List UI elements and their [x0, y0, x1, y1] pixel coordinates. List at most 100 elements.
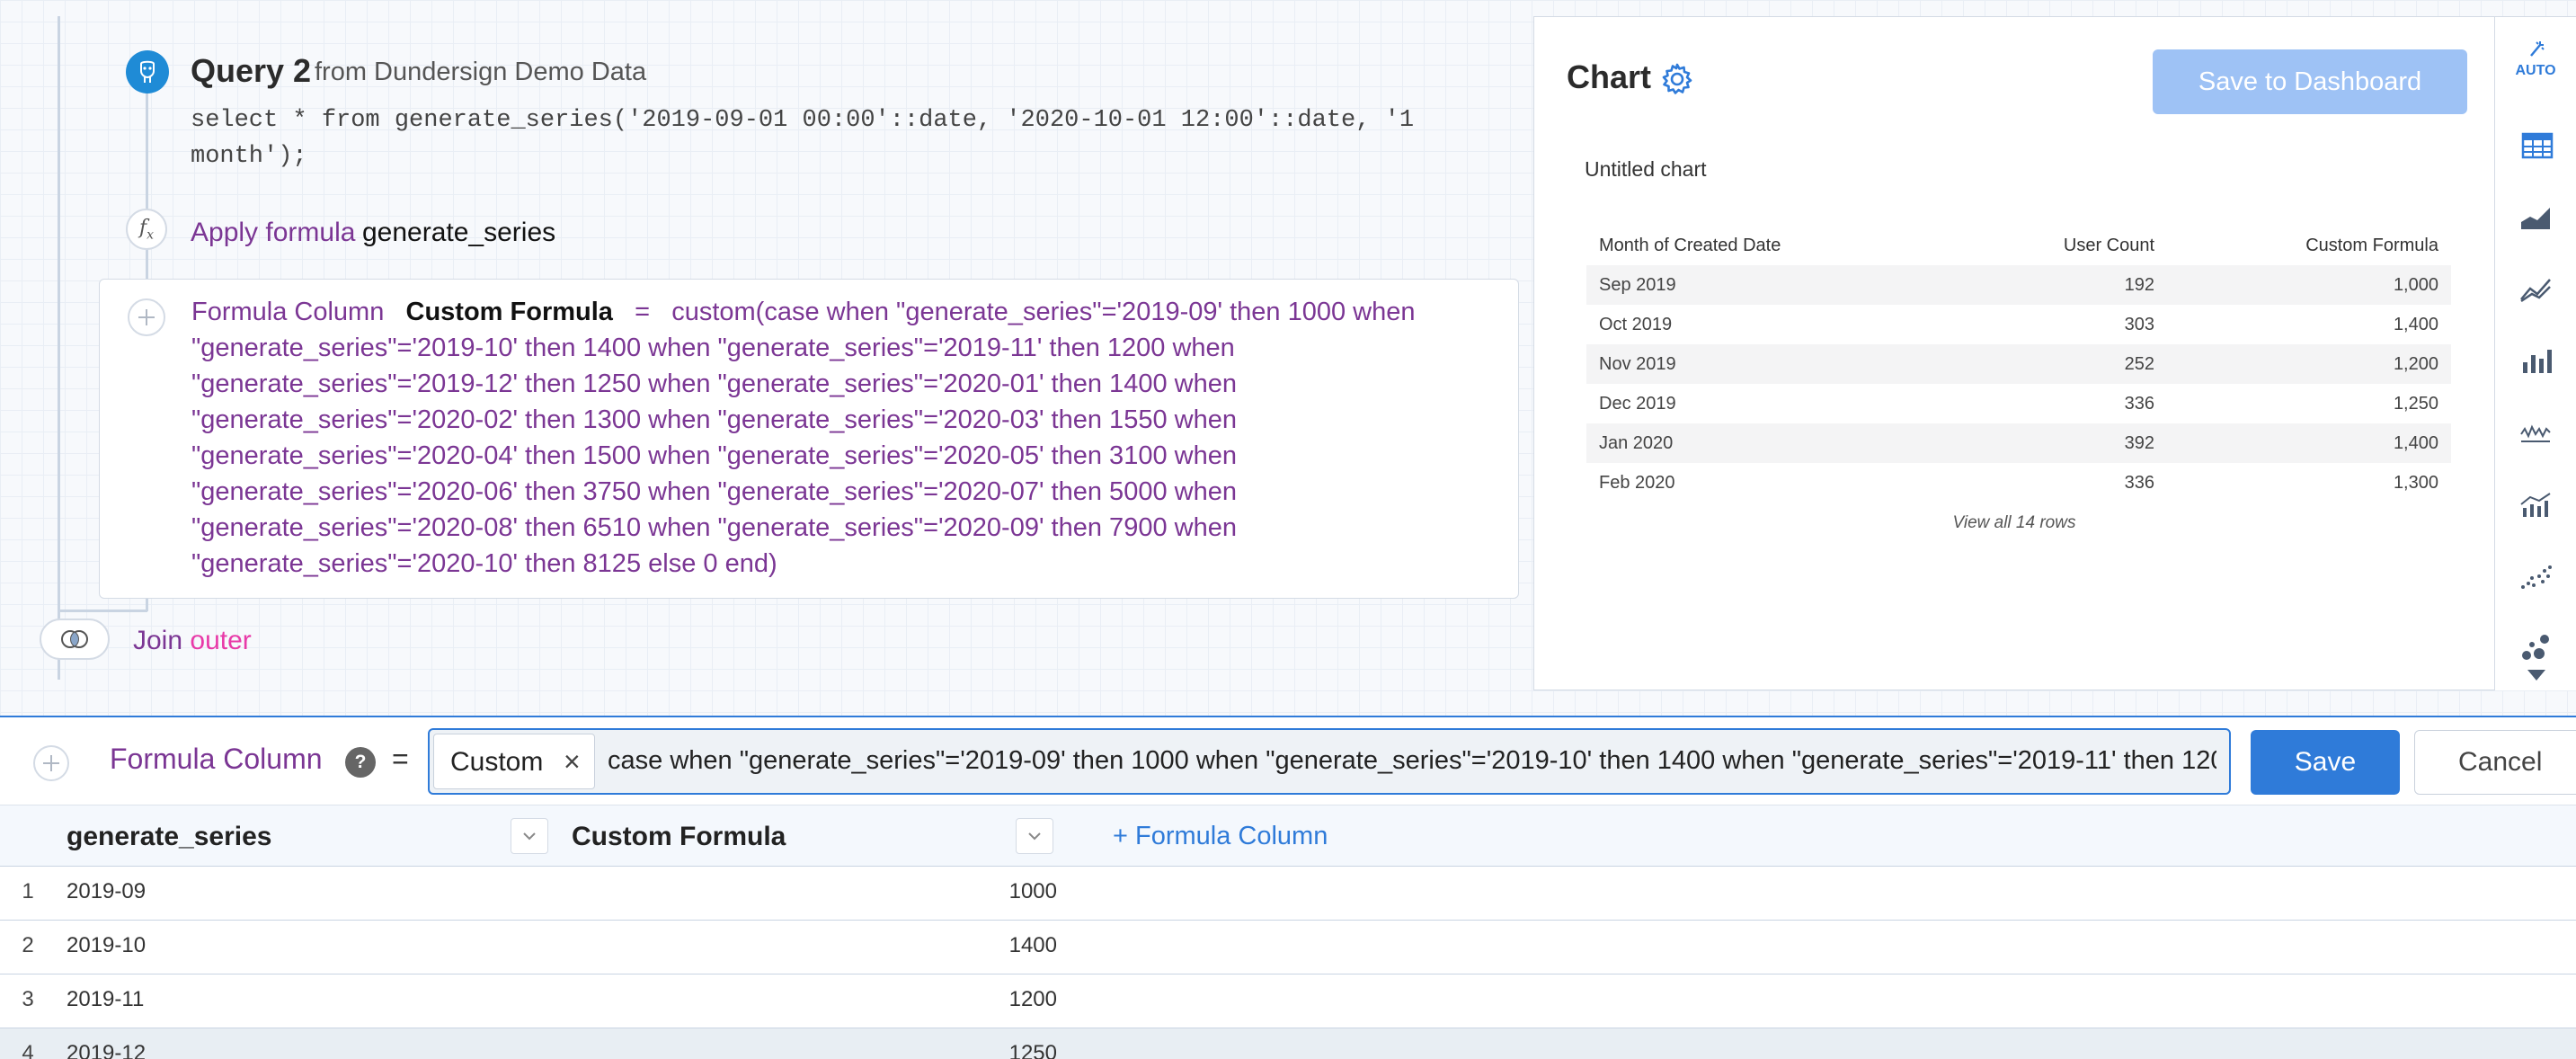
- database-icon: [126, 50, 169, 93]
- chart-name[interactable]: Untitled chart: [1585, 157, 1707, 182]
- apply-formula-label: Apply formula: [191, 218, 356, 247]
- chart-type-sparkline[interactable]: [2495, 404, 2576, 463]
- apply-formula-name[interactable]: generate_series: [362, 218, 555, 248]
- add-step-icon[interactable]: [32, 744, 70, 787]
- combo-chart-icon: [2520, 493, 2551, 517]
- chart-preview-table: Month of Created Date User Count Custom …: [1586, 226, 2451, 503]
- formula-step-type: Formula Column: [191, 298, 385, 326]
- grid-header: generate_series Custom Formula + Formula…: [0, 805, 2576, 867]
- preview-cell: 1,300: [2393, 472, 2438, 493]
- chart-type-scatter[interactable]: [2495, 547, 2576, 607]
- chevron-down-icon[interactable]: [1016, 818, 1053, 854]
- save-button[interactable]: Save: [2251, 730, 2400, 795]
- help-icon[interactable]: ?: [345, 747, 376, 778]
- pipeline-area: Query 2 from Dundersign Demo Data select…: [0, 0, 2576, 716]
- formula-editor-bar: Formula Column ? = Custom × case when "g…: [0, 716, 2576, 805]
- sparkline-icon: [2520, 424, 2551, 442]
- chart-type-combo[interactable]: [2495, 476, 2576, 535]
- cell-custom-formula: 1250: [1008, 1041, 1057, 1059]
- data-grid: generate_series Custom Formula + Formula…: [0, 805, 2576, 1059]
- table-row: Dec 2019 336 1,250: [1586, 384, 2451, 423]
- formula-step-equals: =: [635, 298, 651, 326]
- join-step-label[interactable]: Join outer: [133, 626, 252, 656]
- table-row: Nov 2019 252 1,200: [1586, 344, 2451, 384]
- chart-title: Chart: [1567, 58, 1652, 95]
- add-step-icon[interactable]: [127, 298, 166, 342]
- chart-type-table[interactable]: [2495, 116, 2576, 175]
- preview-cell: 392: [1958, 423, 2168, 463]
- table-icon: [2521, 132, 2553, 159]
- column-header-generate-series[interactable]: generate_series: [67, 822, 272, 852]
- row-number: 4: [22, 1041, 34, 1059]
- chart-type-auto[interactable]: AUTO: [2495, 30, 2576, 89]
- formula-input[interactable]: Custom × case when "generate_series"='20…: [428, 728, 2231, 795]
- formula-step-card[interactable]: Formula Column Custom Formula = custom(c…: [99, 279, 1519, 599]
- chart-type-line[interactable]: [2495, 260, 2576, 319]
- cell-generate-series: 2019-12: [67, 1041, 147, 1059]
- plus-icon: +: [1113, 822, 1128, 850]
- line-chart-icon: [2520, 279, 2551, 303]
- preview-cell: Oct 2019: [1599, 314, 1673, 334]
- function-chip-label: Custom: [450, 747, 544, 777]
- preview-cell: Nov 2019: [1586, 344, 1959, 384]
- formula-step-expression: custom(case when "generate_series"='2019…: [191, 298, 1416, 578]
- preview-cell: Jan 2020: [1586, 423, 1959, 463]
- formula-input-text[interactable]: case when "generate_series"='2019-09' th…: [608, 746, 2216, 776]
- cell-custom-formula: 1200: [1008, 987, 1057, 1011]
- chart-type-bar[interactable]: [2495, 332, 2576, 391]
- preview-cell: Sep 2019: [1586, 265, 1959, 305]
- formula-editor-label: Formula Column: [110, 743, 323, 775]
- cell-generate-series: 2019-09: [67, 879, 147, 903]
- query-sql[interactable]: select * from generate_series('2019-09-0…: [191, 102, 1431, 174]
- preview-cell: 1,400: [2393, 314, 2438, 334]
- scroll-down-icon[interactable]: [2526, 668, 2547, 687]
- cell-generate-series: 2019-11: [67, 987, 145, 1011]
- preview-cell: 1,200: [2167, 344, 2451, 384]
- query-source: from Dundersign Demo Data: [315, 58, 647, 86]
- row-number: 2: [22, 933, 34, 957]
- pipeline-rail-outer: [58, 16, 60, 680]
- table-row: Jan 2020 392 1,400: [1586, 423, 2451, 463]
- auto-label: AUTO: [2515, 63, 2556, 78]
- preview-cell: 1,250: [2393, 393, 2438, 414]
- preview-cell: Dec 2019: [1599, 393, 1676, 414]
- preview-header-custom-formula[interactable]: Custom Formula: [2167, 226, 2451, 265]
- query-title[interactable]: Query 2: [191, 52, 311, 90]
- chevron-down-icon[interactable]: [511, 818, 548, 854]
- table-row[interactable]: 2 2019-10 1400: [0, 921, 2576, 974]
- preview-cell: 1,000: [2167, 265, 2451, 305]
- chart-panel: Chart Save to Dashboard Untitled chart M…: [1533, 16, 2495, 690]
- cell-custom-formula: 1400: [1008, 933, 1057, 957]
- gear-icon[interactable]: [1660, 62, 1694, 101]
- table-row[interactable]: 3 2019-11 1200: [0, 974, 2576, 1028]
- close-icon[interactable]: ×: [564, 745, 581, 779]
- preview-header-user-count[interactable]: User Count: [1959, 226, 2167, 265]
- formula-step-text: Formula Column Custom Formula = custom(c…: [191, 294, 1504, 582]
- preview-header-month[interactable]: Month of Created Date: [1586, 226, 1959, 265]
- function-chip[interactable]: Custom ×: [433, 734, 595, 789]
- auto-icon: [2530, 41, 2545, 57]
- column-header-custom-formula[interactable]: Custom Formula: [572, 822, 786, 852]
- table-row: Oct 2019 303 1,400: [1586, 305, 2451, 344]
- function-icon: fx: [126, 209, 167, 250]
- row-number: 3: [22, 987, 34, 1011]
- area-chart-icon: [2521, 208, 2550, 229]
- table-row: Sep 2019 192 1,000: [1586, 265, 2451, 305]
- save-to-dashboard-button[interactable]: Save to Dashboard: [2153, 49, 2467, 114]
- join-label: Join: [133, 626, 183, 655]
- add-formula-column-label: Formula Column: [1135, 822, 1328, 850]
- chart-type-area[interactable]: [2495, 188, 2576, 247]
- cell-custom-formula: 1000: [1008, 879, 1057, 903]
- table-row[interactable]: 4 2019-12 1250: [0, 1028, 2576, 1059]
- cancel-button[interactable]: Cancel: [2414, 730, 2576, 795]
- pipeline-rail-connector: [59, 610, 147, 612]
- preview-cell: 336: [2124, 472, 2155, 493]
- formula-editor-equals: =: [392, 743, 409, 775]
- join-icon[interactable]: [40, 618, 110, 660]
- chart-type-sidebar: AUTO: [2495, 16, 2576, 690]
- view-all-rows-link[interactable]: View all 14 rows: [1534, 513, 2494, 533]
- preview-cell: 192: [1958, 265, 2168, 305]
- table-row[interactable]: 1 2019-09 1000: [0, 867, 2576, 921]
- join-type: outer: [190, 626, 252, 655]
- add-formula-column-button[interactable]: + Formula Column: [1113, 822, 1328, 851]
